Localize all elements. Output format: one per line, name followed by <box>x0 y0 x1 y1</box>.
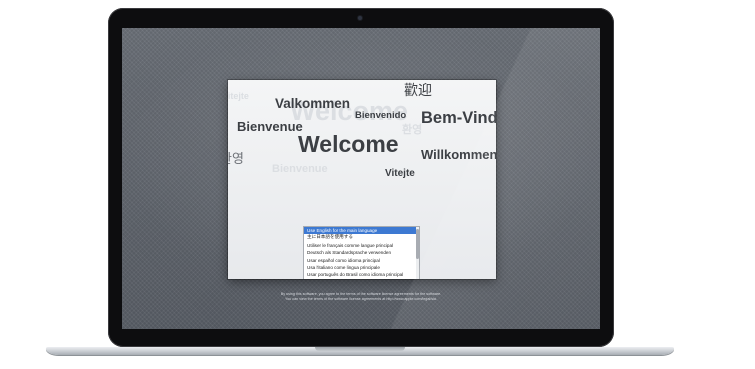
screen: Welcome Bienvenue Vitejte 환영 Valkommen 歡… <box>122 28 600 329</box>
welcome-word: 歡迎 <box>404 83 432 99</box>
language-option[interactable]: Usar español como idioma principal <box>304 257 419 264</box>
welcome-word: Willkommen <box>421 147 496 162</box>
language-option[interactable]: Utiliser le français comme langue princi… <box>304 242 419 249</box>
language-option[interactable]: Use English for the main language <box>304 227 419 235</box>
welcome-panel: Welcome Bienvenue Vitejte 환영 Valkommen 歡… <box>228 80 496 279</box>
welcome-word: 환영 <box>402 124 423 136</box>
welcome-word: Bienvenue <box>237 119 303 134</box>
language-option[interactable]: Usa l'italiano come lingua principale <box>304 264 419 271</box>
camera-icon <box>358 16 362 20</box>
license-notice-line2: You can view the terms of the software l… <box>285 297 437 301</box>
welcome-word: 환영 <box>228 152 244 167</box>
scrollbar-thumb[interactable] <box>416 229 419 259</box>
macbook-lid-notch <box>315 347 405 351</box>
language-option[interactable]: Deutsch als Standardsprache verwenden <box>304 249 419 256</box>
welcome-word: Bienvenido <box>355 110 407 121</box>
language-list[interactable]: Use English for the main language 主に日本語を… <box>303 226 420 279</box>
language-list-scrollbar[interactable] <box>416 227 419 279</box>
welcome-word: Bienvenue <box>272 163 328 175</box>
welcome-word: Vitejte <box>385 168 415 179</box>
language-option[interactable]: Usar português do Brasil como idioma pri… <box>304 271 419 278</box>
welcome-word: Valkommen <box>275 96 351 111</box>
language-option[interactable]: 主に日本語を使用する <box>304 234 419 241</box>
welcome-word: Bem-Vind <box>421 109 496 127</box>
welcome-word: Welcome <box>298 131 399 157</box>
welcome-word: Vitejte <box>228 91 249 101</box>
license-notice-line1: By using this software, you agree to the… <box>280 292 442 296</box>
